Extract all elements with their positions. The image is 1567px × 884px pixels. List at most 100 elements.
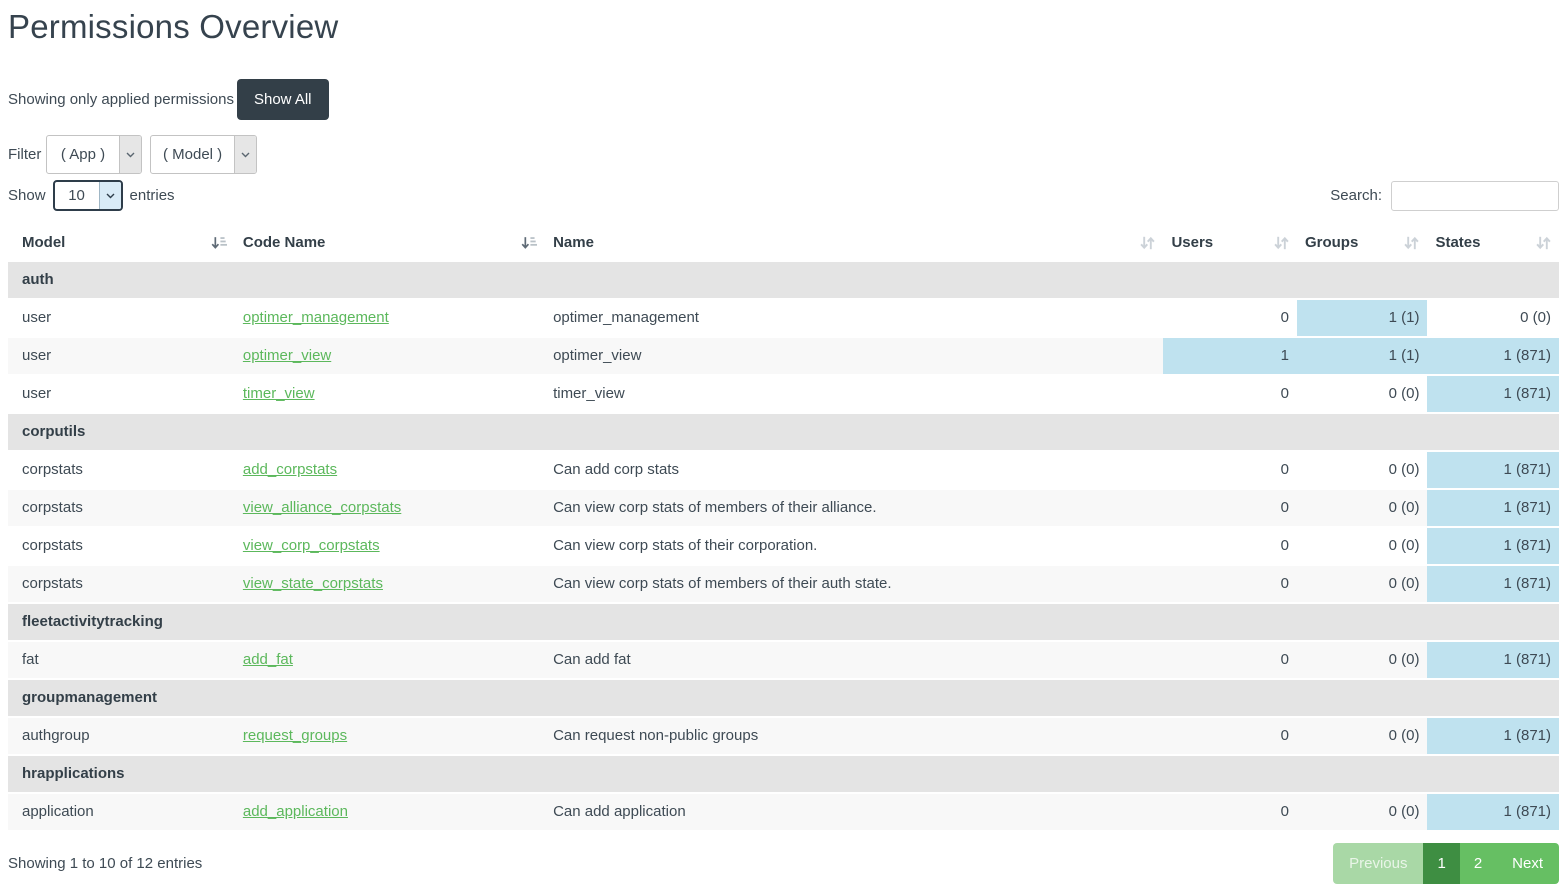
pagination-next[interactable]: Next bbox=[1496, 843, 1559, 884]
users-cell: 0 bbox=[1163, 527, 1297, 565]
name-cell: Can add application bbox=[545, 793, 1163, 830]
code-name-cell: timer_view bbox=[235, 375, 545, 413]
entries-label: entries bbox=[130, 187, 175, 204]
pagination: Previous12Next bbox=[1333, 843, 1559, 884]
table-header-row: Model Code Name Name Users Groups States bbox=[8, 225, 1559, 261]
name-cell: Can view corp stats of their corporation… bbox=[545, 527, 1163, 565]
code-name-link[interactable]: request_groups bbox=[243, 727, 347, 744]
pagination-previous: Previous bbox=[1333, 843, 1423, 884]
permissions-table: Model Code Name Name Users Groups States auth… bbox=[8, 225, 1559, 830]
column-header-label: Code Name bbox=[243, 234, 326, 251]
model-cell: corpstats bbox=[8, 489, 235, 527]
states-cell: 1 (871) bbox=[1427, 375, 1559, 413]
app-filter-select-value: ( App ) bbox=[47, 136, 119, 173]
table-row: corpstats view_state_corpstats Can view co… bbox=[8, 565, 1559, 603]
users-cell: 0 bbox=[1163, 375, 1297, 413]
code-name-link[interactable]: view_alliance_corpstats bbox=[243, 499, 401, 516]
code-name-link[interactable]: add_application bbox=[243, 803, 348, 820]
code-name-cell: view_alliance_corpstats bbox=[235, 489, 545, 527]
states-cell: 1 (871) bbox=[1427, 793, 1559, 830]
table-row: application add_application Can add applic… bbox=[8, 793, 1559, 830]
groups-cell: 0 (0) bbox=[1297, 451, 1428, 489]
states-cell: 1 (871) bbox=[1427, 717, 1559, 755]
search-label: Search: bbox=[1330, 187, 1382, 204]
filter-row: Filter ( App ) ( Model ) bbox=[8, 135, 1559, 174]
model-filter-select-value: ( Model ) bbox=[151, 136, 234, 173]
table-row: corpstatsview_alliance_corpstatsCan view… bbox=[8, 489, 1559, 527]
model-cell: corpstats bbox=[8, 565, 235, 603]
groups-cell: 0 (0) bbox=[1297, 565, 1428, 603]
states-cell: 0 (0) bbox=[1427, 299, 1559, 337]
users-cell: 0 bbox=[1163, 451, 1297, 489]
code-name-link[interactable]: timer_view bbox=[243, 385, 315, 402]
search-input[interactable] bbox=[1391, 181, 1559, 211]
groups-cell: 1 (1) bbox=[1297, 299, 1428, 337]
name-cell: Can request non-public groups bbox=[545, 717, 1163, 755]
code-name-link[interactable]: view_corp_corpstats bbox=[243, 537, 380, 554]
pagination-1[interactable]: 1 bbox=[1423, 843, 1459, 884]
table-row: useroptimer_managementoptimer_management… bbox=[8, 299, 1559, 337]
name-cell: timer_view bbox=[545, 375, 1163, 413]
column-header-label: Groups bbox=[1305, 234, 1358, 251]
table-row: useroptimer_viewoptimer_view11 (1)1 (871… bbox=[8, 337, 1559, 375]
chevron-down-icon bbox=[99, 182, 121, 209]
show-all-button[interactable]: Show All bbox=[237, 79, 329, 120]
entries-select[interactable]: 10 bbox=[53, 180, 123, 211]
model-cell: user bbox=[8, 375, 235, 413]
groups-cell: 1 (1) bbox=[1297, 337, 1428, 375]
column-header-label: Name bbox=[553, 234, 594, 251]
pagination-2[interactable]: 2 bbox=[1460, 843, 1496, 884]
search-control: Search: bbox=[1330, 181, 1559, 211]
permissions-overview-page: Permissions Overview Showing only applie… bbox=[0, 0, 1567, 884]
groups-cell: 0 (0) bbox=[1297, 489, 1428, 527]
table-footer: Showing 1 to 10 of 12 entries Previous12… bbox=[8, 843, 1559, 884]
states-cell: 1 (871) bbox=[1427, 565, 1559, 603]
code-name-link[interactable]: optimer_management bbox=[243, 309, 389, 326]
code-name-link[interactable]: add_corpstats bbox=[243, 461, 337, 478]
model-cell: corpstats bbox=[8, 451, 235, 489]
model-cell: application bbox=[8, 793, 235, 830]
entries-select-value: 10 bbox=[55, 182, 99, 209]
column-header-model[interactable]: Model bbox=[8, 225, 235, 261]
app-filter-select[interactable]: ( App ) bbox=[46, 135, 142, 174]
groups-cell: 0 (0) bbox=[1297, 717, 1428, 755]
table-row: corpstatsadd_corpstatsCan add corp stats… bbox=[8, 451, 1559, 489]
column-header-groups[interactable]: Groups bbox=[1297, 225, 1428, 261]
column-header-users[interactable]: Users bbox=[1163, 225, 1297, 261]
group-header-row: groupmanagement bbox=[8, 679, 1559, 717]
code-name-link[interactable]: optimer_view bbox=[243, 347, 331, 364]
group-header-label: hrapplications bbox=[8, 755, 1559, 793]
group-header-label: fleetactivitytracking bbox=[8, 603, 1559, 641]
group-header-label: corputils bbox=[8, 413, 1559, 451]
chevron-down-icon bbox=[119, 136, 141, 173]
model-cell: fat bbox=[8, 641, 235, 679]
sort-both-icon bbox=[1140, 236, 1155, 250]
column-header-name[interactable]: Name bbox=[545, 225, 1163, 261]
groups-cell: 0 (0) bbox=[1297, 641, 1428, 679]
model-filter-select[interactable]: ( Model ) bbox=[150, 135, 257, 174]
users-cell: 0 bbox=[1163, 565, 1297, 603]
column-header-code-name[interactable]: Code Name bbox=[235, 225, 545, 261]
group-header-row: hrapplications bbox=[8, 755, 1559, 793]
name-cell: Can add fat bbox=[545, 641, 1163, 679]
sort-both-icon bbox=[1536, 236, 1551, 250]
table-info-text: Showing 1 to 10 of 12 entries bbox=[8, 855, 202, 872]
states-cell: 1 (871) bbox=[1427, 641, 1559, 679]
table-row: fatadd_fatCan add fat00 (0)1 (871) bbox=[8, 641, 1559, 679]
table-row: authgrouprequest_groupsCan request non-p… bbox=[8, 717, 1559, 755]
code-name-cell: view_corp_corpstats bbox=[235, 527, 545, 565]
name-cell: optimer_view bbox=[545, 337, 1163, 375]
name-cell: Can view corp stats of members of their … bbox=[545, 565, 1163, 603]
show-label: Show bbox=[8, 187, 46, 204]
sort-both-icon bbox=[1404, 236, 1419, 250]
code-name-cell: request_groups bbox=[235, 717, 545, 755]
code-name-link[interactable]: view_state_corpstats bbox=[243, 575, 383, 592]
code-name-link[interactable]: add_fat bbox=[243, 651, 293, 668]
users-cell: 0 bbox=[1163, 717, 1297, 755]
groups-cell: 0 (0) bbox=[1297, 527, 1428, 565]
table-body: authuseroptimer_managementoptimer_manage… bbox=[8, 261, 1559, 830]
group-header-label: groupmanagement bbox=[8, 679, 1559, 717]
code-name-cell: optimer_view bbox=[235, 337, 545, 375]
column-header-label: Model bbox=[22, 234, 65, 251]
column-header-states[interactable]: States bbox=[1427, 225, 1559, 261]
